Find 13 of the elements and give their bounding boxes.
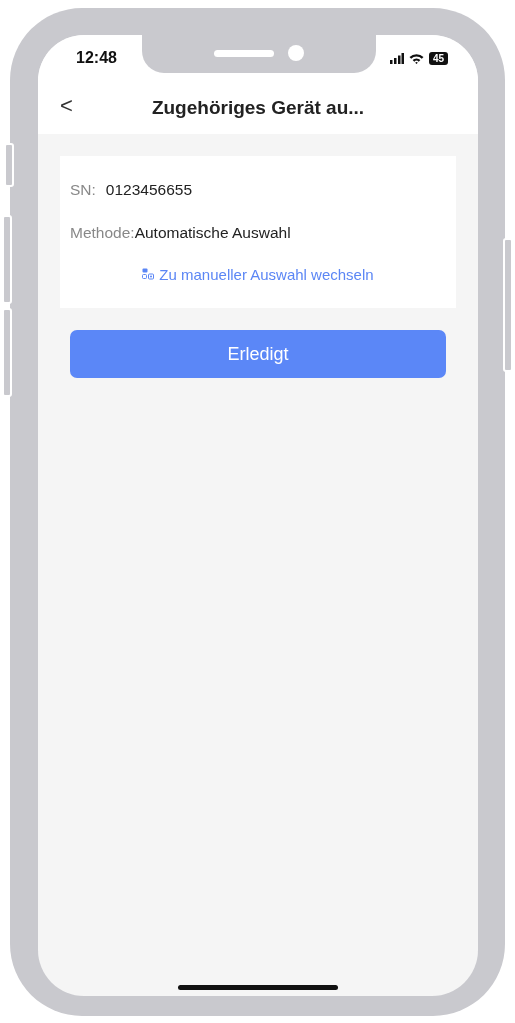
- done-button[interactable]: Erledigt: [70, 330, 446, 378]
- wifi-icon: [408, 52, 424, 64]
- battery-icon: 45: [428, 51, 448, 65]
- switch-icon: [142, 268, 155, 280]
- page-title: Zugehöriges Gerät au...: [151, 96, 365, 119]
- status-time: 12:48: [76, 49, 117, 67]
- method-value: Automatische Auswahl: [134, 223, 291, 242]
- sn-value: 0123456655: [105, 180, 193, 199]
- method-label: Methode:: [70, 223, 135, 242]
- sn-label: SN:: [70, 180, 96, 199]
- switch-manual-link[interactable]: Zu manueller Auswahl wechseln: [159, 265, 374, 283]
- signal-icon: [389, 52, 404, 64]
- back-button[interactable]: <: [52, 93, 81, 119]
